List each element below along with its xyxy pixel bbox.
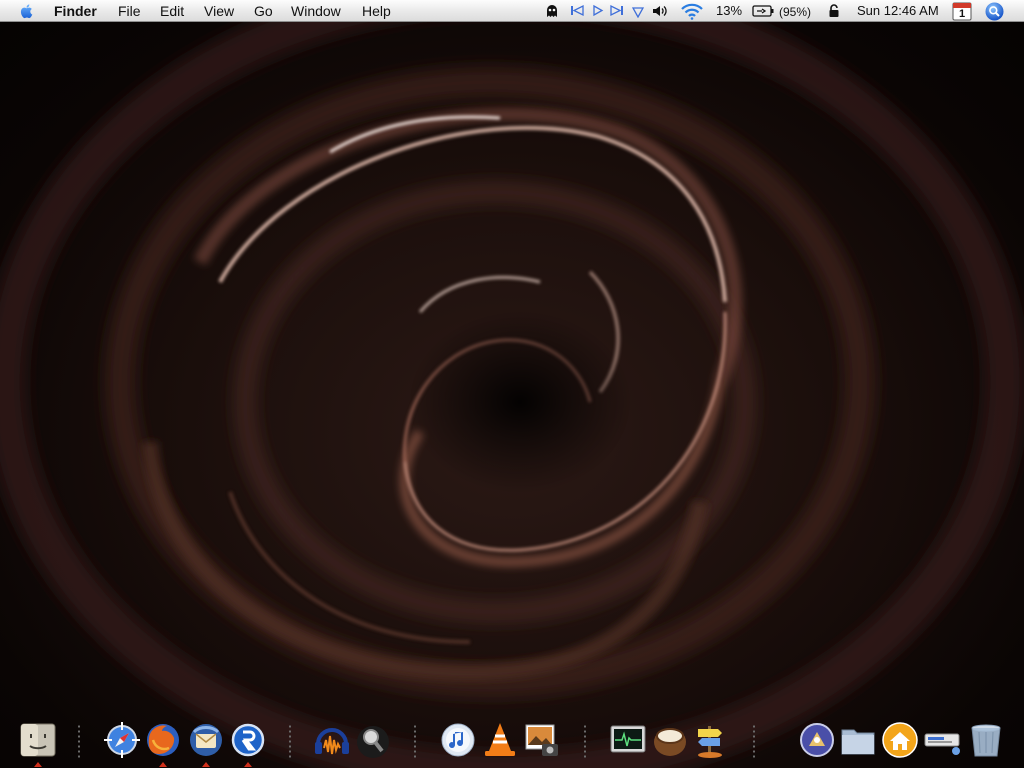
swirl-wallpaper-graphic xyxy=(0,22,1024,768)
network-panel-icon xyxy=(924,733,960,755)
realplayer-icon xyxy=(231,723,265,757)
thunderbird-icon xyxy=(190,724,222,756)
play-icon[interactable] xyxy=(592,4,604,20)
activity-monitor-icon xyxy=(610,725,646,753)
dock-item-macmini-app[interactable] xyxy=(797,720,837,762)
battery-icon[interactable] xyxy=(752,4,774,21)
dock xyxy=(0,716,1024,768)
lock-icon[interactable] xyxy=(828,3,840,22)
dock-item-finder[interactable] xyxy=(18,720,58,767)
app-badge-icon xyxy=(800,723,834,757)
dock-item-thunderbird[interactable] xyxy=(186,720,226,767)
calendar-day: 1 xyxy=(958,8,966,20)
dock-separator xyxy=(289,724,291,760)
next-track-icon[interactable] xyxy=(610,4,624,20)
menu-view[interactable]: View xyxy=(204,3,234,19)
menu-help[interactable]: Help xyxy=(362,3,391,19)
vlc-cone-icon xyxy=(485,723,515,756)
apple-menu-icon[interactable] xyxy=(18,2,36,23)
dock-separator xyxy=(414,724,416,760)
dock-separator xyxy=(753,724,755,760)
dock-item-safari[interactable] xyxy=(102,720,142,762)
dock-item-applications-folder[interactable] xyxy=(838,720,878,762)
dock-item-vlc[interactable] xyxy=(480,720,520,762)
wifi-icon[interactable] xyxy=(680,2,704,23)
dock-item-itunes[interactable] xyxy=(438,720,478,762)
running-indicator xyxy=(159,762,167,767)
dock-item-realplayer[interactable] xyxy=(228,720,268,767)
audacity-icon xyxy=(315,728,349,755)
finder-icon xyxy=(20,723,56,757)
menu-window[interactable]: Window xyxy=(291,3,341,19)
running-indicator xyxy=(34,762,42,767)
itunes-icon xyxy=(441,723,475,757)
dock-item-network-preferences[interactable] xyxy=(922,720,962,762)
running-indicator xyxy=(202,762,210,767)
dock-item-trash[interactable] xyxy=(966,720,1006,762)
menu-bar: Finder File Edit View Go Window Help 13%… xyxy=(0,0,1024,22)
home-icon xyxy=(882,722,918,758)
running-indicator xyxy=(244,762,252,767)
ghost-icon[interactable] xyxy=(544,3,560,22)
previous-track-icon[interactable] xyxy=(570,4,584,20)
cpu-usage[interactable]: 13% xyxy=(716,3,742,19)
safari-compass-icon xyxy=(104,722,140,758)
dock-item-home-folder[interactable] xyxy=(880,720,920,762)
clock[interactable]: Sun 12:46 AM xyxy=(857,3,939,19)
dock-item-directory-utility[interactable] xyxy=(690,720,730,762)
spotlight-search-icon[interactable] xyxy=(985,2,1004,24)
folder-icon xyxy=(841,729,875,755)
dock-separator xyxy=(584,724,586,760)
dropdown-icon[interactable] xyxy=(631,5,645,21)
magnifier-app-icon xyxy=(357,726,389,758)
menu-go[interactable]: Go xyxy=(254,3,273,19)
volume-icon[interactable] xyxy=(651,3,669,22)
app-menu-finder[interactable]: Finder xyxy=(54,3,97,19)
menu-file[interactable]: File xyxy=(118,3,141,19)
dock-item-iphoto[interactable] xyxy=(522,720,562,762)
coconut-icon xyxy=(654,728,686,756)
dock-item-activity-monitor[interactable] xyxy=(608,720,648,762)
menu-edit[interactable]: Edit xyxy=(160,3,184,19)
dock-separator xyxy=(78,724,80,760)
battery-percent[interactable]: (95%) xyxy=(779,4,811,20)
desktop-wallpaper xyxy=(0,22,1024,768)
dock-item-audacity[interactable] xyxy=(312,720,352,762)
dock-item-firefox[interactable] xyxy=(143,720,183,767)
firefox-icon xyxy=(147,724,179,756)
trash-icon xyxy=(971,724,1001,757)
dock-item-coconut-battery[interactable] xyxy=(650,720,690,762)
dock-item-spotlight-app[interactable] xyxy=(353,720,393,762)
iphoto-icon xyxy=(525,724,558,756)
signpost-icon xyxy=(698,726,722,758)
